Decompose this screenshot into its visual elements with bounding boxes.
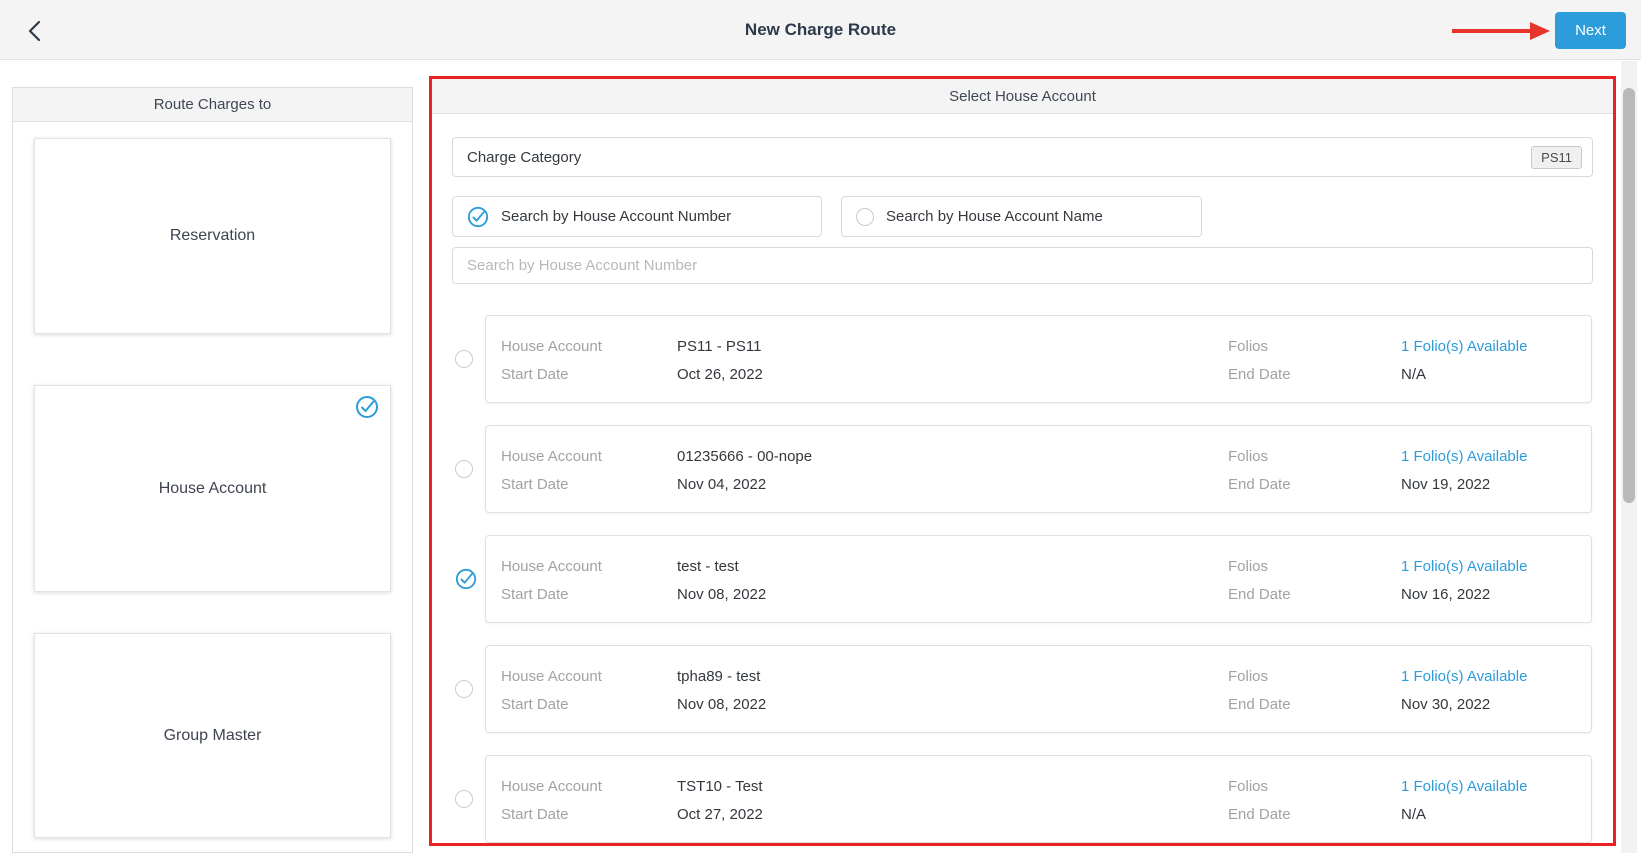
check-circle-icon [355, 395, 379, 419]
start-date-value: Oct 27, 2022 [677, 806, 763, 823]
folios-label: Folios [1228, 778, 1268, 795]
folios-available-link[interactable]: 1 Folio(s) Available [1401, 668, 1527, 685]
route-target-reservation[interactable]: Reservation [34, 138, 391, 334]
house-account-label: House Account [501, 778, 602, 795]
page-title: New Charge Route [0, 0, 1641, 60]
house-account-value: test - test [677, 558, 739, 575]
folios-label: Folios [1228, 338, 1268, 355]
route-target-label: Reservation [170, 227, 255, 245]
scrollbar-thumb[interactable] [1623, 88, 1635, 503]
house-account-card[interactable]: House Account test - test Folios 1 Folio… [485, 535, 1592, 623]
start-date-value: Oct 26, 2022 [677, 366, 763, 383]
house-account-radio[interactable] [455, 680, 473, 698]
house-account-label: House Account [501, 558, 602, 575]
folios-label: Folios [1228, 668, 1268, 685]
start-date-label: Start Date [501, 806, 569, 823]
end-date-value: N/A [1401, 806, 1426, 823]
search-mode-label: Search by House Account Number [501, 208, 731, 225]
house-account-radio[interactable] [455, 568, 477, 595]
house-account-card[interactable]: House Account TST10 - Test Folios 1 Foli… [485, 755, 1592, 843]
folios-available-link[interactable]: 1 Folio(s) Available [1401, 778, 1527, 795]
back-button[interactable] [20, 17, 48, 45]
end-date-value: N/A [1401, 366, 1426, 383]
annotation-arrow-icon [1450, 20, 1552, 42]
house-account-row: House Account TST10 - Test Folios 1 Foli… [455, 755, 1592, 843]
route-charges-header: Route Charges to [13, 88, 412, 122]
end-date-label: End Date [1228, 806, 1291, 823]
route-target-house-account[interactable]: House Account [34, 385, 391, 592]
charge-category-value-chip: PS11 [1531, 146, 1582, 169]
end-date-value: Nov 19, 2022 [1401, 476, 1490, 493]
end-date-label: End Date [1228, 696, 1291, 713]
search-by-number-option[interactable]: Search by House Account Number [452, 196, 822, 237]
house-account-card[interactable]: House Account tpha89 - test Folios 1 Fol… [485, 645, 1592, 733]
house-account-card[interactable]: House Account 01235666 - 00-nope Folios … [485, 425, 1592, 513]
house-account-label: House Account [501, 668, 602, 685]
radio-unchecked-icon [856, 208, 874, 226]
new-charge-route-screen: New Charge Route Next Route Charges to R… [0, 0, 1641, 853]
route-target-label: Group Master [164, 727, 262, 745]
end-date-value: Nov 16, 2022 [1401, 586, 1490, 603]
folios-available-link[interactable]: 1 Folio(s) Available [1401, 448, 1527, 465]
house-account-card[interactable]: House Account PS11 - PS11 Folios 1 Folio… [485, 315, 1592, 403]
start-date-value: Nov 08, 2022 [677, 696, 766, 713]
start-date-label: Start Date [501, 696, 569, 713]
route-charges-panel: Route Charges to Reservation House Accou… [12, 87, 413, 853]
house-account-value: PS11 - PS11 [677, 338, 762, 355]
start-date-label: Start Date [501, 586, 569, 603]
house-account-row: House Account PS11 - PS11 Folios 1 Folio… [455, 315, 1592, 403]
folios-label: Folios [1228, 558, 1268, 575]
end-date-label: End Date [1228, 586, 1291, 603]
folios-available-link[interactable]: 1 Folio(s) Available [1401, 558, 1527, 575]
house-account-radio[interactable] [455, 790, 473, 808]
next-button[interactable]: Next [1555, 12, 1626, 49]
house-account-row: House Account tpha89 - test Folios 1 Fol… [455, 645, 1592, 733]
search-mode-label: Search by House Account Name [886, 208, 1103, 225]
house-account-row: House Account 01235666 - 00-nope Folios … [455, 425, 1592, 513]
top-bar: New Charge Route Next [0, 0, 1641, 60]
house-account-value: TST10 - Test [677, 778, 763, 795]
chevron-left-icon [28, 20, 41, 42]
start-date-value: Nov 04, 2022 [677, 476, 766, 493]
house-account-label: House Account [501, 338, 602, 355]
end-date-label: End Date [1228, 366, 1291, 383]
radio-checked-icon [467, 206, 489, 228]
route-target-label: House Account [159, 480, 267, 498]
house-account-row: House Account test - test Folios 1 Folio… [455, 535, 1592, 623]
select-house-account-header: Select House Account [432, 79, 1613, 114]
house-account-label: House Account [501, 448, 602, 465]
charge-category-label: Charge Category [467, 149, 1531, 166]
search-by-name-option[interactable]: Search by House Account Name [841, 196, 1202, 237]
start-date-label: Start Date [501, 366, 569, 383]
folios-available-link[interactable]: 1 Folio(s) Available [1401, 338, 1527, 355]
start-date-label: Start Date [501, 476, 569, 493]
folios-label: Folios [1228, 448, 1268, 465]
start-date-value: Nov 08, 2022 [677, 586, 766, 603]
charge-category-field[interactable]: Charge Category PS11 [452, 137, 1593, 177]
radio-checked-icon [455, 568, 477, 590]
house-account-search-input[interactable] [452, 247, 1593, 284]
house-account-radio[interactable] [455, 460, 473, 478]
house-account-radio[interactable] [455, 350, 473, 368]
end-date-label: End Date [1228, 476, 1291, 493]
house-account-value: 01235666 - 00-nope [677, 448, 812, 465]
house-account-value: tpha89 - test [677, 668, 760, 685]
end-date-value: Nov 30, 2022 [1401, 696, 1490, 713]
route-target-group-master[interactable]: Group Master [34, 633, 391, 838]
